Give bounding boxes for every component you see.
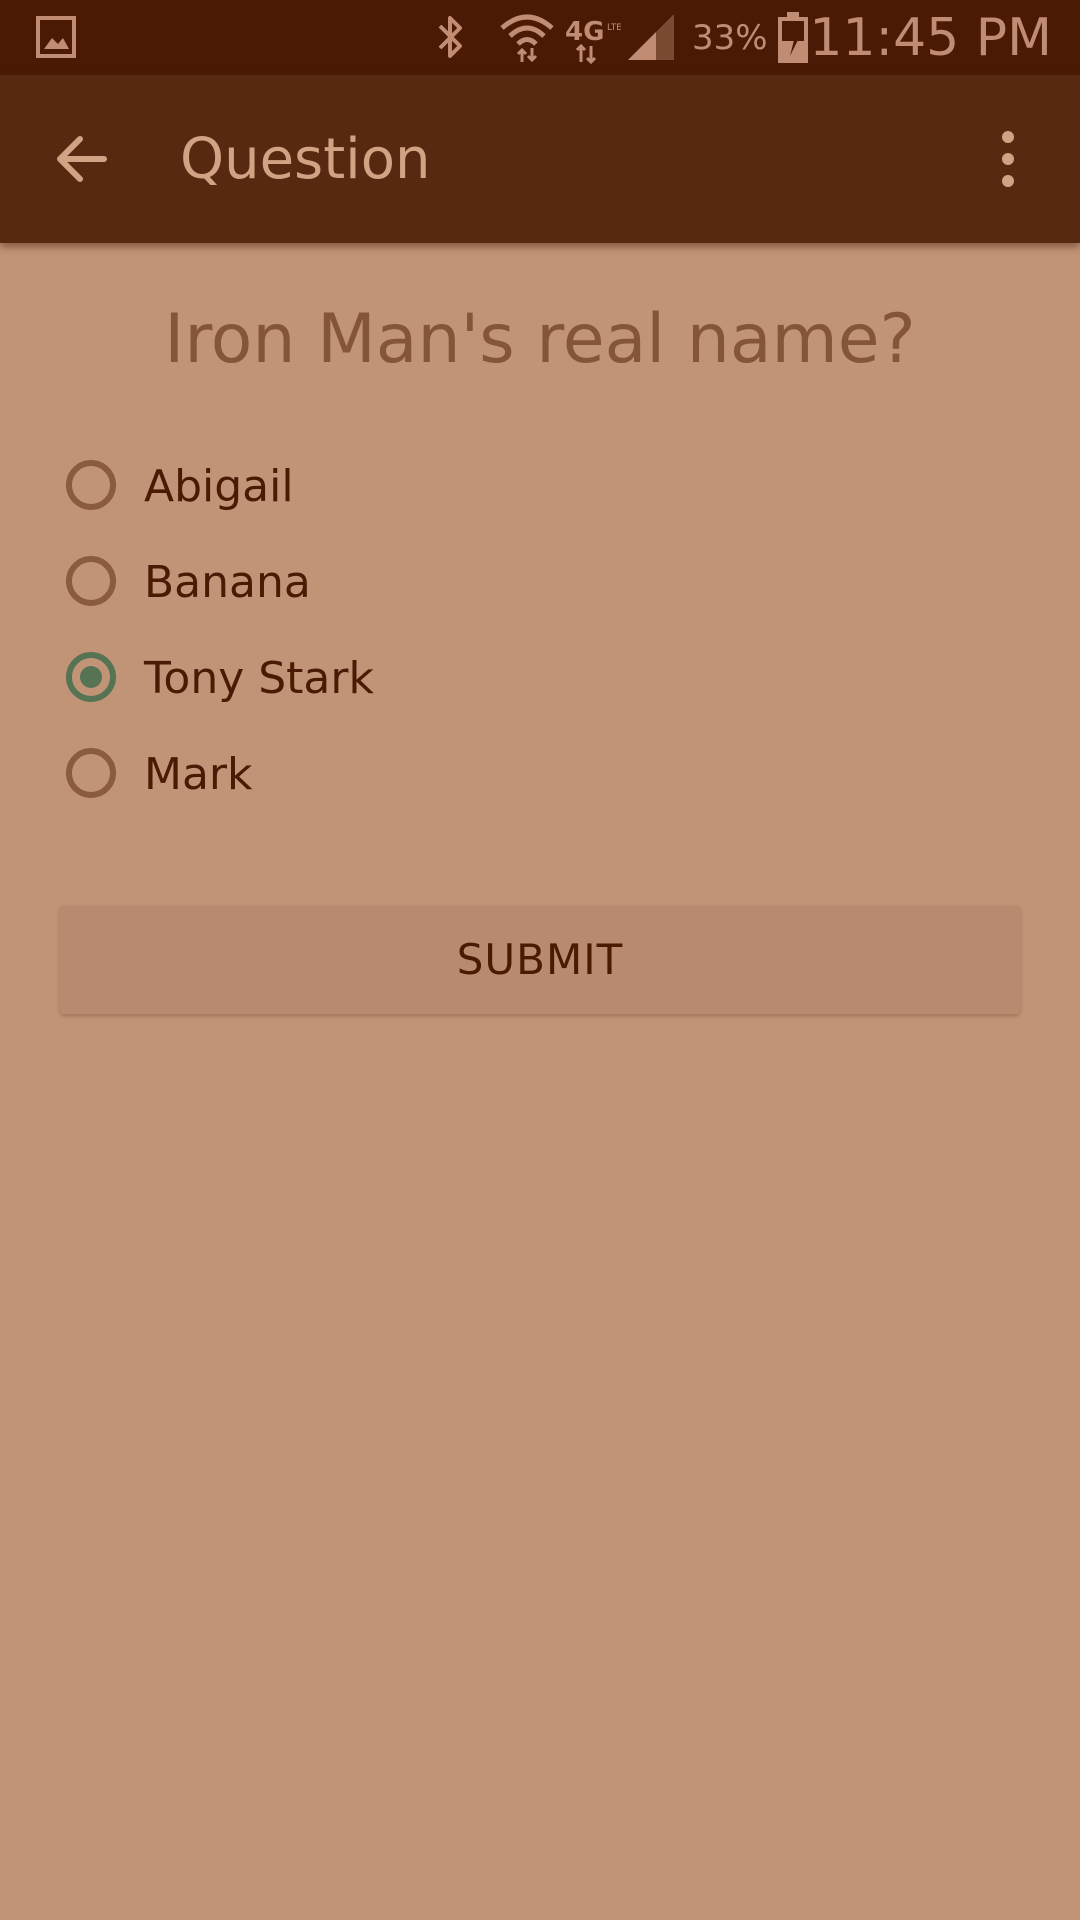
svg-text:LTE: LTE bbox=[607, 23, 621, 33]
option-label: Mark bbox=[144, 749, 253, 800]
bluetooth-icon bbox=[438, 16, 462, 58]
svg-text:4G: 4G bbox=[565, 17, 604, 47]
gallery-icon bbox=[36, 16, 76, 58]
submit-button[interactable]: SUBMIT bbox=[60, 906, 1020, 1014]
option-label: Banana bbox=[144, 557, 311, 608]
option-banana[interactable]: Banana bbox=[62, 554, 762, 650]
radio-button[interactable] bbox=[66, 748, 116, 798]
clock: 11:45 PM bbox=[809, 8, 1052, 68]
page-title: Question bbox=[180, 127, 431, 192]
signal-icon bbox=[628, 14, 674, 60]
option-mark[interactable]: Mark bbox=[62, 746, 762, 842]
more-options-icon[interactable] bbox=[986, 127, 1030, 191]
status-bar: 4G LTE 33% 11:45 PM bbox=[0, 0, 1080, 75]
battery-charging-icon bbox=[778, 12, 808, 63]
answer-options: Abigail Banana Tony Stark Mark bbox=[62, 458, 762, 842]
radio-button[interactable] bbox=[66, 460, 116, 510]
radio-button[interactable] bbox=[66, 556, 116, 606]
radio-button-selected[interactable] bbox=[66, 652, 116, 702]
back-arrow-icon[interactable] bbox=[52, 129, 112, 189]
question-text: Iron Man's real name? bbox=[164, 300, 916, 379]
option-tony-stark[interactable]: Tony Stark bbox=[62, 650, 762, 746]
network-4g-icon: 4G LTE bbox=[565, 17, 621, 64]
option-label: Abigail bbox=[144, 461, 294, 512]
option-label: Tony Stark bbox=[144, 653, 374, 704]
battery-percentage: 33% bbox=[692, 18, 768, 58]
option-abigail[interactable]: Abigail bbox=[62, 458, 762, 554]
wifi-icon bbox=[500, 14, 554, 63]
app-bar: Question bbox=[0, 75, 1080, 243]
